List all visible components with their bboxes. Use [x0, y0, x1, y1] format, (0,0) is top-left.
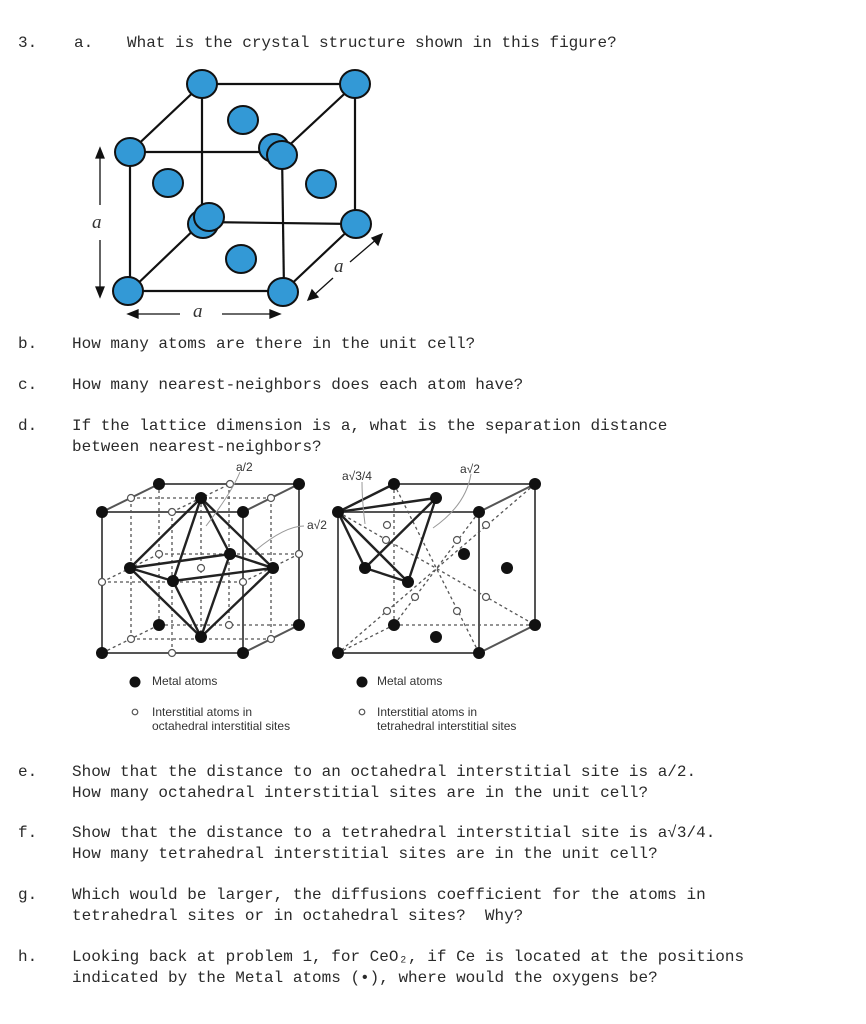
part-g-letter: g. [18, 886, 38, 904]
part-e-question-line1: Show that the distance to an octahedral … [72, 763, 697, 781]
part-h-letter: h. [18, 948, 38, 966]
legend-octahedral-symbols [129, 676, 368, 716]
part-h-question-line2: indicated by the Metal atoms (•), where … [72, 969, 658, 987]
legend-tetra-interstitial-line2: tetrahedral interstitial sites [377, 719, 517, 733]
part-f-letter: f. [18, 824, 38, 842]
part-g-question-line1: Which would be larger, the diffusions co… [72, 886, 706, 904]
legend-tetra-metal: Metal atoms [377, 674, 443, 688]
metal-atom-legend-icon [129, 676, 141, 688]
legend-octa-metal: Metal atoms [152, 674, 218, 688]
part-e-letter: e. [18, 763, 38, 781]
part-e-question-line2: How many octahedral interstitial sites a… [72, 784, 649, 802]
part-h-question-line1: Looking back at problem 1, for CeO₂, if … [72, 948, 745, 966]
part-g-question-line2: tetrahedral sites or in octahedral sites… [72, 907, 524, 925]
part-f-question-line2: How many tetrahedral interstitial sites … [72, 845, 658, 863]
legend-tetra-interstitial-line1: Interstitial atoms in [377, 705, 478, 719]
legend-octa-interstitial-line2: octahedral interstitial sites [152, 719, 291, 733]
legend-octa-interstitial-line1: Interstitial atoms in [152, 705, 253, 719]
interstitial-legend-icon [358, 708, 366, 716]
metal-atom-legend-icon [356, 676, 368, 688]
part-f-question-line1: Show that the distance to a tetrahedral … [72, 824, 716, 842]
interstitial-legend-icon [131, 708, 139, 716]
